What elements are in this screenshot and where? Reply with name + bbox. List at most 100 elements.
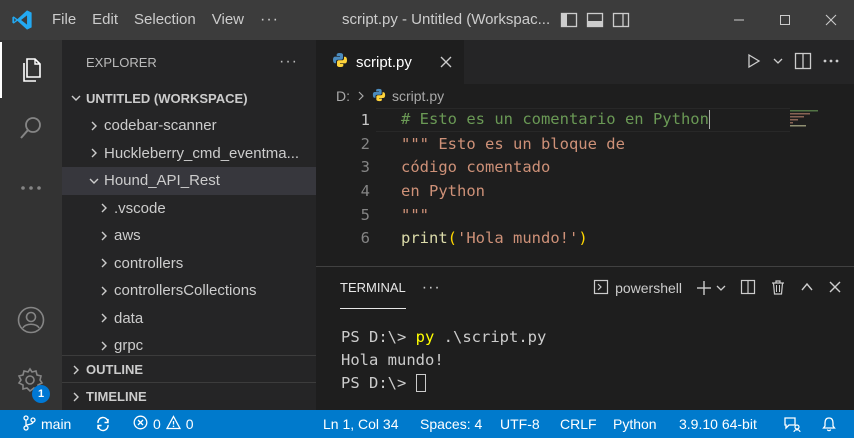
window-title: script.py - Untitled (Workspac... <box>342 11 551 28</box>
maximize-button[interactable] <box>762 0 808 40</box>
toggle-sidebar-icon[interactable] <box>560 11 578 29</box>
tree-item-vscode[interactable]: .vscode <box>62 195 316 223</box>
search-icon[interactable] <box>0 100 62 156</box>
close-icon[interactable] <box>828 280 842 297</box>
tree-item-controllers[interactable]: controllers <box>62 250 316 278</box>
workspace-header[interactable]: UNTITLED (WORKSPACE) <box>62 84 316 112</box>
account-icon[interactable] <box>0 292 62 348</box>
tree-item-controllers-collections[interactable]: controllersCollections <box>62 277 316 305</box>
menu-view[interactable]: View <box>204 0 252 40</box>
terminal-output-text: Hola mundo! <box>341 350 444 369</box>
minimap[interactable] <box>790 108 840 138</box>
branch-status[interactable]: main <box>22 410 71 438</box>
code-docstring: en Python <box>401 181 485 200</box>
editor-actions <box>746 40 854 84</box>
more-icon[interactable] <box>0 160 62 216</box>
breadcrumb-drive[interactable]: D: <box>336 88 350 104</box>
code-bracket: ( <box>447 229 458 248</box>
tree-item-data[interactable]: data <box>62 305 316 333</box>
terminal-icon <box>593 279 609 298</box>
encoding[interactable]: UTF-8 <box>500 410 540 438</box>
editor-tabs: script.py <box>316 40 854 84</box>
code-docstring: código comentado <box>401 158 551 177</box>
terminal-command: py <box>415 327 435 346</box>
feedback-icon[interactable] <box>783 410 801 438</box>
tree-item-label: .vscode <box>114 199 166 217</box>
warning-count: 0 <box>185 416 194 432</box>
line-number: 6 <box>360 229 370 248</box>
add-icon[interactable] <box>696 280 726 296</box>
menu-bar: File Edit Selection View ··· <box>44 0 287 40</box>
language-mode[interactable]: Python <box>613 410 657 438</box>
menu-selection[interactable]: Selection <box>126 0 204 40</box>
toggle-panel-icon[interactable] <box>586 11 604 29</box>
layout-controls <box>560 0 630 40</box>
tab-script-py[interactable]: script.py <box>316 40 464 84</box>
code-line: 2 """ Esto es un bloque de <box>316 132 854 156</box>
more-actions-icon[interactable] <box>822 52 840 73</box>
menu-file[interactable]: File <box>44 0 84 40</box>
code-docstring: """ <box>401 205 429 224</box>
code-string: 'Hola mundo!' <box>457 229 579 248</box>
menu-more[interactable]: ··· <box>252 11 287 29</box>
timeline-title: TIMELINE <box>86 389 147 404</box>
chevron-right-icon <box>94 228 114 244</box>
python-file-icon <box>372 88 386 105</box>
split-editor-icon[interactable] <box>794 52 812 73</box>
window-controls <box>716 0 854 40</box>
code-line: 3 código comentado <box>316 155 854 179</box>
explorer-icon[interactable] <box>0 42 62 98</box>
toggle-secondary-sidebar-icon[interactable] <box>612 11 630 29</box>
chevron-right-icon <box>94 200 114 216</box>
line-number: 1 <box>360 110 370 129</box>
menu-edit[interactable]: Edit <box>84 0 126 40</box>
panel-header: TERMINAL ··· powershell <box>316 267 854 309</box>
terminal-line: PS D:\> py .\script.py <box>341 325 854 348</box>
tree-item-label: aws <box>114 227 141 245</box>
terminal-prompt: PS D:\> <box>341 373 416 392</box>
tree-item-aws[interactable]: aws <box>62 222 316 250</box>
terminal-line: Hola mundo! <box>341 348 854 371</box>
shell-selector[interactable]: powershell <box>593 279 682 298</box>
indentation[interactable]: Spaces: 4 <box>420 410 482 438</box>
panel-more-button[interactable]: ··· <box>422 279 441 297</box>
close-icon[interactable] <box>440 56 452 68</box>
split-terminal-icon[interactable] <box>740 279 756 298</box>
bell-icon[interactable] <box>821 410 837 438</box>
tab-terminal[interactable]: TERMINAL <box>340 267 406 309</box>
outline-section[interactable]: OUTLINE <box>62 355 316 383</box>
end-of-line[interactable]: CRLF <box>560 410 597 438</box>
chevron-right-icon <box>66 389 86 405</box>
tree-item-label: Huckleberry_cmd_eventma... <box>104 144 300 162</box>
chevron-down-icon[interactable] <box>772 55 784 70</box>
vscode-logo-icon <box>0 0 44 40</box>
manage-gear-icon[interactable]: 1 <box>0 352 62 408</box>
tree-item-label: Hound_API_Rest <box>104 172 220 190</box>
timeline-section[interactable]: TIMELINE <box>62 382 316 410</box>
terminal-output[interactable]: PS D:\> py .\script.py Hola mundo! PS D:… <box>316 309 854 394</box>
breadcrumb-file[interactable]: script.py <box>392 88 444 104</box>
tree-item-label: controllers <box>114 254 184 272</box>
trash-icon[interactable] <box>770 279 786 298</box>
activity-bar: 1 <box>0 40 62 410</box>
error-count: 0 <box>153 416 161 432</box>
minimize-button[interactable] <box>716 0 762 40</box>
tree-item-hound-api-rest[interactable]: Hound_API_Rest <box>62 167 316 195</box>
branch-name: main <box>41 416 72 432</box>
problems-status[interactable]: 0 0 <box>133 410 194 438</box>
tree-item-codebar-scanner[interactable]: codebar-scanner <box>62 112 316 140</box>
explorer-more-button[interactable]: ··· <box>279 53 298 71</box>
workspace-title: UNTITLED (WORKSPACE) <box>86 90 248 106</box>
chevron-right-icon <box>84 145 104 161</box>
chevron-right-icon <box>94 283 114 299</box>
sync-icon[interactable] <box>95 410 111 438</box>
code-editor[interactable]: 1 # Esto es un comentario en Python 2 ""… <box>316 108 854 250</box>
chevron-up-icon[interactable] <box>800 280 814 297</box>
python-interpreter[interactable]: 3.9.10 64-bit <box>679 410 757 438</box>
cursor-position[interactable]: Ln 1, Col 34 <box>323 410 399 438</box>
terminal-args: .\script.py <box>434 327 547 346</box>
close-window-button[interactable] <box>808 0 854 40</box>
tree-item-huckleberry[interactable]: Huckleberry_cmd_eventma... <box>62 140 316 168</box>
run-icon[interactable] <box>746 53 762 72</box>
line-number: 4 <box>360 181 370 200</box>
